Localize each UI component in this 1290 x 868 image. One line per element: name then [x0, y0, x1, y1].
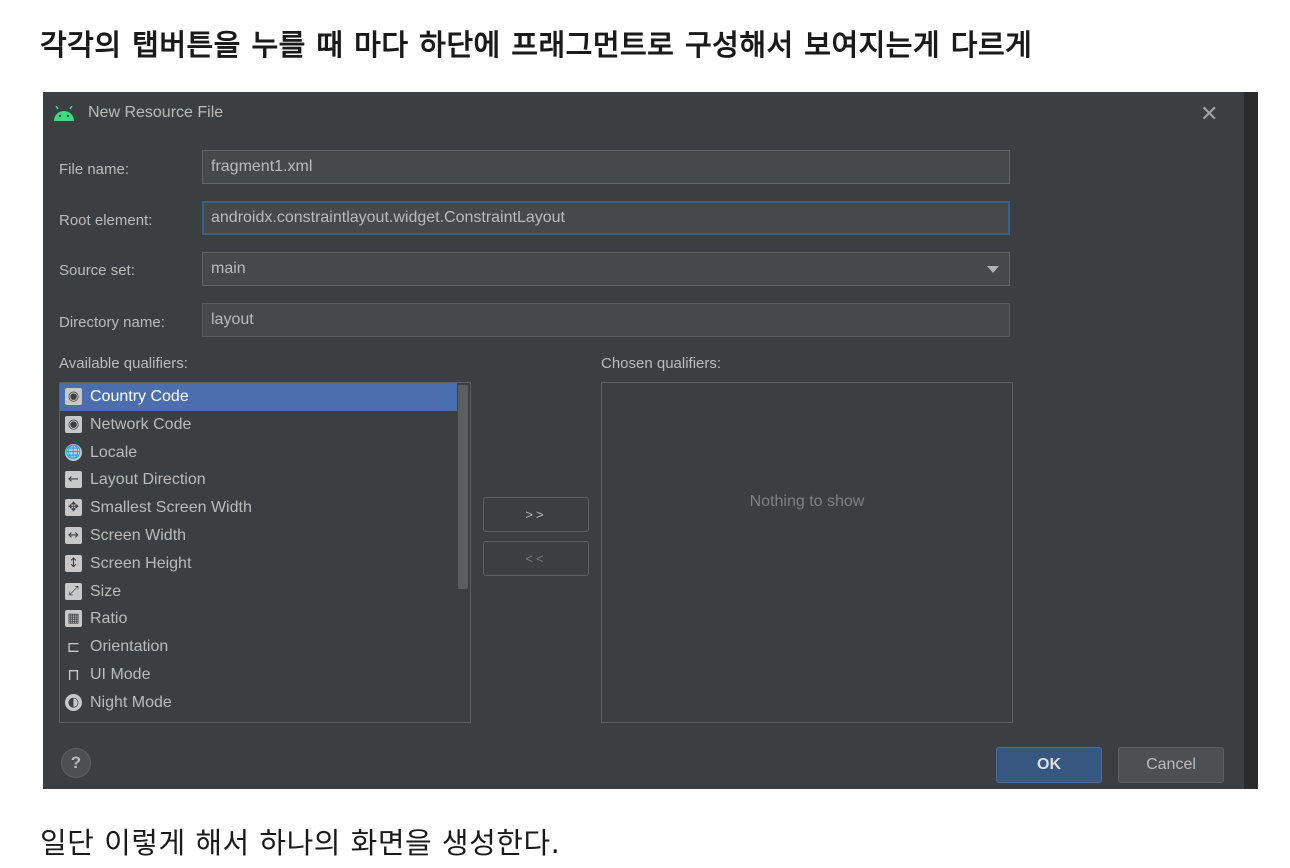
- list-item[interactable]: ↔ Screen Width: [60, 522, 470, 550]
- globe-icon: 🌐: [65, 443, 82, 461]
- list-item-label: Screen Height: [90, 554, 192, 572]
- move-arrows-icon: ✥: [65, 499, 82, 517]
- list-item-label: Orientation: [90, 638, 169, 656]
- list-item-label: Night Mode: [90, 693, 172, 711]
- list-item[interactable]: ⤢ Size: [60, 578, 470, 606]
- list-item-label: Size: [90, 582, 122, 600]
- list-scrollbar[interactable]: [457, 383, 470, 722]
- list-item[interactable]: ▦ Ratio: [60, 605, 470, 633]
- available-qualifiers-list[interactable]: ◉ Country Code ◉ Network Code 🌐 Locale ← Layout…: [59, 382, 471, 723]
- list-item-label: UI Mode: [90, 665, 151, 683]
- source-set-value: main: [211, 260, 246, 277]
- diagonal-resize-icon: ⤢: [65, 582, 82, 600]
- vertical-arrows-icon: ↕: [65, 554, 82, 572]
- help-button[interactable]: ?: [61, 748, 91, 778]
- page-caption: 일단 이렇게 해서 하나의 화면을 생성한다.: [40, 826, 561, 860]
- source-set-label: Source set:: [59, 262, 135, 279]
- ratio-icon: ▦: [65, 610, 82, 628]
- arrow-left-icon: ←: [65, 471, 82, 489]
- scrollbar-thumb[interactable]: [458, 385, 468, 589]
- new-resource-file-dialog: New Resource File ✕ File name: fragment1…: [43, 92, 1258, 789]
- dialog-titlebar: New Resource File ✕: [43, 92, 1243, 136]
- background-strip: [1244, 92, 1258, 789]
- ok-button[interactable]: OK: [996, 747, 1102, 783]
- root-element-input[interactable]: androidx.constraintlayout.widget.Constra…: [202, 201, 1010, 235]
- directory-name-input[interactable]: layout: [202, 303, 1010, 337]
- root-element-label: Root element:: [59, 212, 153, 229]
- add-qualifier-button[interactable]: >>: [483, 497, 589, 532]
- list-item[interactable]: ← Layout Direction: [60, 466, 470, 494]
- list-item-label: Network Code: [90, 415, 192, 433]
- close-icon[interactable]: ✕: [1200, 101, 1218, 127]
- list-item[interactable]: ◐ Night Mode: [60, 689, 470, 717]
- page-heading: 각각의 탭버튼을 누를 때 마다 하단에 프래그먼트로 구성해서 보여지는게 다…: [40, 28, 1033, 62]
- directory-name-label: Directory name:: [59, 314, 165, 331]
- source-set-dropdown[interactable]: main: [202, 252, 1010, 286]
- list-item[interactable]: ✥ Smallest Screen Width: [60, 494, 470, 522]
- chosen-qualifiers-label: Chosen qualifiers:: [601, 355, 722, 372]
- list-item[interactable]: ⊓ UI Mode: [60, 661, 470, 689]
- list-item-label: Country Code: [90, 388, 189, 405]
- network-code-icon: ◉: [65, 415, 82, 433]
- list-item-label: Ratio: [90, 610, 128, 628]
- android-icon: [54, 106, 74, 121]
- file-name-input[interactable]: fragment1.xml: [202, 150, 1010, 184]
- empty-state-text: Nothing to show: [749, 493, 865, 510]
- available-qualifiers-label: Available qualifiers:: [59, 355, 188, 372]
- list-item[interactable]: ◉ Country Code: [60, 383, 470, 411]
- chosen-qualifiers-list[interactable]: Nothing to show: [601, 382, 1013, 723]
- remove-qualifier-button[interactable]: <<: [483, 541, 589, 576]
- list-item-label: Smallest Screen Width: [90, 499, 252, 517]
- night-mode-icon: ◐: [65, 693, 82, 711]
- list-item[interactable]: ⊏ Orientation: [60, 633, 470, 661]
- cancel-button[interactable]: Cancel: [1118, 747, 1224, 783]
- list-item-label: Layout Direction: [90, 471, 206, 489]
- ui-mode-icon: ⊓: [67, 664, 80, 684]
- file-name-label: File name:: [59, 161, 130, 178]
- dialog-title: New Resource File: [88, 104, 224, 121]
- list-item-label: Locale: [90, 443, 138, 461]
- chevron-down-icon[interactable]: [987, 266, 999, 273]
- country-code-icon: ◉: [65, 388, 82, 405]
- list-item[interactable]: ◉ Network Code: [60, 411, 470, 439]
- list-item-label: Screen Width: [90, 526, 187, 544]
- orientation-icon: ⊏: [66, 637, 81, 657]
- list-item[interactable]: 🌐 Locale: [60, 439, 470, 467]
- list-item[interactable]: ↕ Screen Height: [60, 550, 470, 578]
- horizontal-arrows-icon: ↔: [65, 526, 82, 544]
